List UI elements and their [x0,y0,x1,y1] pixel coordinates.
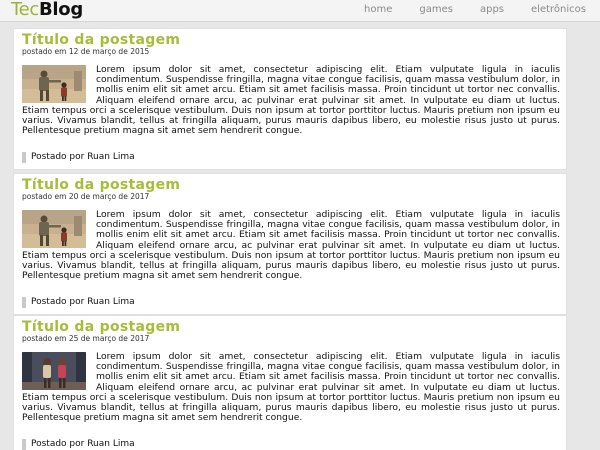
post-card: Título da postagem postado em 20 de març… [13,173,567,315]
site-logo[interactable]: TecBlog [11,0,83,21]
post-author: Postado por Ruan Lima [22,439,135,450]
post-text: Lorem ipsum dolor sit amet, consectetur … [22,209,560,282]
logo-text-blog: Blog [39,0,83,20]
nav-link-home[interactable]: home [337,0,392,22]
post-date: postado em 20 de março de 2017 [22,192,150,201]
post-photo-soldier-child-icon[interactable] [22,210,86,248]
post-card: Título da postagem postado em 25 de març… [13,315,567,450]
main-nav: home games apps eletrônicos [337,0,586,22]
post-content: Lorem ipsum dolor sit amet, consectetur … [22,351,560,424]
post-text: Lorem ipsum dolor sit amet, consectetur … [22,351,560,424]
post-title[interactable]: Título da postagem [22,32,180,48]
post-title[interactable]: Título da postagem [22,319,180,335]
post-date: postado em 25 de março de 2017 [22,334,150,343]
post-author: Postado por Ruan Lima [22,297,135,308]
post-title[interactable]: Título da postagem [22,177,180,193]
top-navbar: TecBlog home games apps eletrônicos [0,0,600,22]
post-photo-soldier-child-icon[interactable] [22,65,86,103]
post-author: Postado por Ruan Lima [22,152,135,163]
post-content: Lorem ipsum dolor sit amet, consectetur … [22,64,560,137]
logo-text-tec: Tec [11,0,40,20]
post-text: Lorem ipsum dolor sit amet, consectetur … [22,64,560,137]
post-card: Título da postagem postado em 12 de març… [13,28,567,170]
post-photo-two-children-icon[interactable] [22,352,86,390]
nav-link-games[interactable]: games [392,0,453,22]
post-date: postado em 12 de março de 2015 [22,47,150,56]
nav-link-apps[interactable]: apps [453,0,504,22]
post-content: Lorem ipsum dolor sit amet, consectetur … [22,209,560,282]
nav-link-eletronicos[interactable]: eletrônicos [504,0,586,22]
